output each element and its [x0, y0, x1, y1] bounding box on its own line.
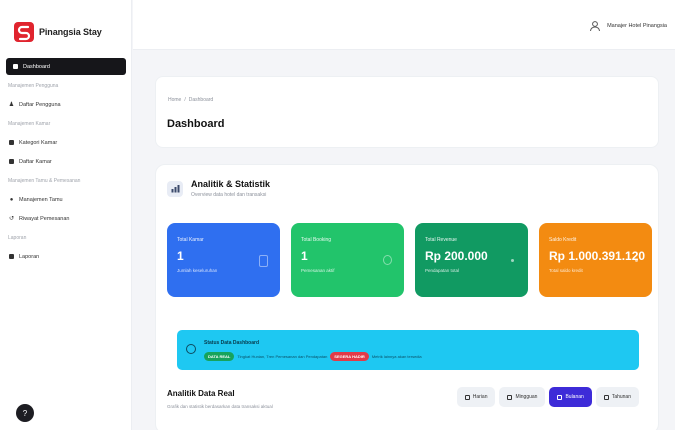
tab-label: Harian — [472, 394, 488, 400]
analytics-title: Analitik & Statistik — [191, 179, 271, 189]
breadcrumb-separator: / — [184, 97, 186, 103]
period-tabs: Harian Mingguan Bulanan Tahunan — [456, 387, 639, 407]
user-icon: ♟ — [8, 101, 15, 108]
help-button[interactable]: ? — [16, 404, 34, 422]
sidebar-item-label: Daftar Kamar — [19, 158, 52, 165]
stat-card-total-rooms[interactable]: Total Kamar 1 Jumlah keseluruhan — [167, 223, 280, 297]
door-icon — [259, 255, 268, 267]
sidebar-item-label: Kategori Kamar — [19, 139, 58, 146]
banner-title: Status Data Dashboard — [204, 340, 260, 346]
history-icon: ↺ — [8, 215, 15, 222]
sidebar-item-users[interactable]: ♟ Daftar Pengguna — [0, 96, 132, 113]
stat-cards: Total Kamar 1 Jumlah keseluruhan Total B… — [167, 223, 652, 297]
stat-card-credit-balance[interactable]: Saldo Kredit Rp 1.000.391.120 Total sald… — [539, 223, 652, 297]
stat-label: Saldo Kredit — [549, 237, 577, 243]
analytics-header: Analitik & Statistik Overview data hotel… — [167, 179, 270, 198]
topbar: Manajer Hotel Pinangsia — [133, 0, 675, 50]
tab-label: Mingguan — [515, 394, 538, 400]
sidebar-item-label: Dashboard — [23, 63, 50, 70]
tab-daily[interactable]: Harian — [456, 387, 496, 407]
stat-note: Pendapatan total — [425, 268, 460, 273]
sidebar-item-label: Daftar Pengguna — [19, 101, 61, 108]
tab-yearly[interactable]: Tahunan — [595, 387, 639, 407]
stat-value: Rp 1.000.391.120 — [549, 249, 646, 263]
sidebar-item-label: Laporan — [19, 253, 40, 260]
analytics-subtitle: Overview data hotel dan transaksi — [191, 192, 267, 198]
sidebar-item-label: Manajemen Tamu — [19, 196, 63, 203]
stat-value: 1 — [177, 249, 184, 263]
grid-icon — [12, 63, 19, 70]
brand-logo-icon — [14, 22, 34, 42]
stat-value: Rp 200.000 — [425, 249, 488, 263]
breadcrumb: Home / Dashboard — [168, 97, 213, 103]
chart-icon — [167, 180, 183, 197]
real-data-badge: DATA REAL — [204, 352, 235, 361]
user-avatar-icon — [590, 21, 601, 32]
page-header: Home / Dashboard Dashboard — [155, 76, 659, 148]
real-analytics-subtitle: Grafik dan statistik berdasarkan data tr… — [167, 404, 273, 409]
tab-weekly[interactable]: Mingguan — [499, 387, 546, 407]
stat-label: Total Kamar — [177, 237, 204, 243]
sidebar-item-reports[interactable]: Laporan — [0, 248, 132, 265]
brand-name: Pinangsia Stay — [39, 27, 102, 37]
sidebar: Pinangsia Stay Dashboard Manajemen Pengg… — [0, 0, 132, 430]
stat-card-total-booking[interactable]: Total Booking 1 Pemesanan aktif — [291, 223, 404, 297]
wallet-icon — [635, 259, 638, 262]
calendar-month-icon — [557, 394, 563, 400]
info-icon — [186, 344, 196, 354]
users-icon: ● — [9, 196, 14, 203]
sidebar-item-rooms[interactable]: Daftar Kamar — [0, 153, 132, 170]
tag-icon — [8, 139, 15, 146]
tab-label: Bulanan — [565, 394, 584, 400]
calendar-day-icon — [464, 394, 470, 400]
bed-icon — [8, 158, 15, 165]
stat-label: Total Booking — [301, 237, 332, 243]
tab-monthly[interactable]: Bulanan — [549, 387, 592, 407]
report-icon — [8, 253, 15, 260]
real-analytics-title: Analitik Data Real — [167, 389, 235, 398]
sidebar-section-reports: Laporan — [8, 234, 27, 241]
brand[interactable]: Pinangsia Stay — [14, 22, 102, 42]
sidebar-section-guests: Manajemen Tamu & Pemesanan — [8, 177, 81, 184]
real-data-text: Tingkat Hunian, Tren Pemesanan dan Penda… — [237, 354, 328, 359]
sidebar-item-dashboard[interactable]: Dashboard — [6, 58, 126, 75]
sidebar-item-label: Riwayat Pemesanan — [19, 215, 70, 222]
stat-note: Jumlah keseluruhan — [177, 268, 218, 273]
banner-legend: DATA REAL Tingkat Hunian, Tren Pemesanan… — [204, 352, 422, 361]
sidebar-item-guests[interactable]: ● Manajemen Tamu — [0, 191, 132, 208]
coming-soon-badge: SEGERA HADIR — [330, 352, 369, 361]
stat-note: Pemesanan aktif — [301, 268, 335, 273]
data-status-banner: Status Data Dashboard DATA REAL Tingkat … — [177, 330, 639, 370]
calendar-year-icon — [603, 394, 609, 400]
sidebar-section-users: Manajemen Pengguna — [8, 82, 59, 89]
user-menu[interactable]: Manajer Hotel Pinangsia — [589, 20, 667, 32]
calendar-icon — [383, 255, 392, 265]
money-icon — [511, 259, 514, 262]
calendar-week-icon — [507, 394, 513, 400]
analytics-card: Analitik & Statistik Overview data hotel… — [155, 164, 659, 430]
coming-soon-text: Metrik lainnya akan tersedia — [371, 354, 422, 359]
sidebar-item-booking-history[interactable]: ↺ Riwayat Pemesanan — [0, 210, 132, 227]
sidebar-item-room-categories[interactable]: Kategori Kamar — [0, 134, 132, 151]
stat-value: 1 — [301, 249, 308, 263]
user-name: Manajer Hotel Pinangsia — [607, 23, 667, 29]
breadcrumb-current: Dashboard — [188, 97, 214, 103]
page-title: Dashboard — [167, 118, 225, 130]
sidebar-section-rooms: Manajemen Kamar — [8, 120, 51, 127]
tab-label: Tahunan — [611, 394, 631, 400]
stat-note: Total saldo kredit — [549, 268, 583, 273]
sidebar-nav: Dashboard Manajemen Pengguna ♟ Daftar Pe… — [0, 58, 132, 267]
stat-label: Total Revenue — [425, 237, 457, 243]
breadcrumb-home[interactable]: Home — [168, 97, 181, 103]
stat-card-total-revenue[interactable]: Total Revenue Rp 200.000 Pendapatan tota… — [415, 223, 528, 297]
